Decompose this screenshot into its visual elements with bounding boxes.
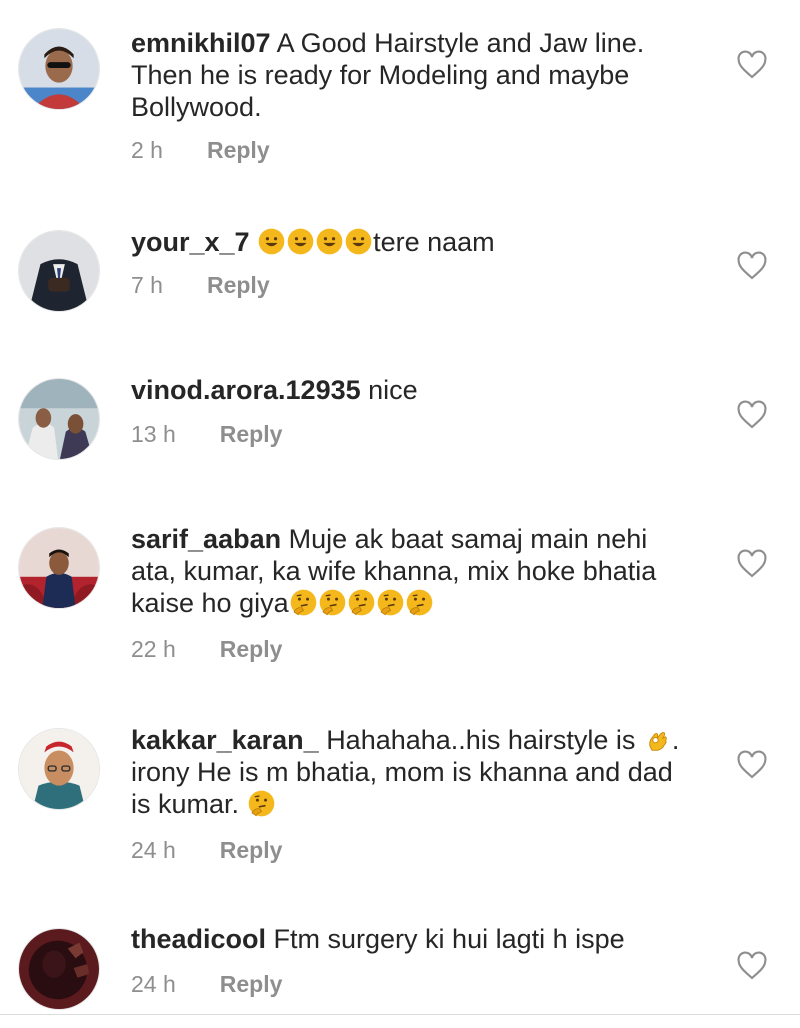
smile-emoji (287, 228, 314, 255)
reply-button[interactable]: Reply (220, 421, 283, 448)
comment-body: sarif_aaban Muje ak baat samaj main nehi… (131, 523, 711, 619)
heart-outline-icon[interactable] (736, 251, 768, 281)
smile-emoji (316, 228, 343, 255)
heart-outline-icon[interactable] (736, 50, 768, 80)
comment-text: . (671, 725, 680, 755)
comment-body: theadicool Ftm surgery ki hui lagti h is… (131, 923, 711, 955)
thinking-emoji (377, 589, 403, 616)
avatar[interactable] (18, 527, 100, 609)
ok-hand-emoji (649, 732, 667, 751)
heart-outline-icon[interactable] (736, 951, 768, 981)
comment-username[interactable]: vinod.arora.12935 (131, 375, 361, 405)
comment-time: 24 h (131, 837, 176, 863)
comment-text: Then he is ready for Modeling and maybe (131, 60, 630, 90)
smile-emoji (258, 228, 285, 255)
comment-body: your_x_7 tere naam (131, 226, 711, 258)
comment-username[interactable]: emnikhil07 (131, 28, 271, 58)
thinking-emoji (406, 589, 432, 616)
comment-username[interactable]: kakkar_karan_ (131, 725, 319, 755)
divider (0, 1014, 800, 1015)
thinking-emoji (290, 589, 316, 616)
thinking-emoji (319, 589, 345, 616)
comment-meta: 7 h Reply (131, 272, 270, 299)
avatar[interactable] (18, 928, 100, 1010)
comment-meta: 24 h Reply (131, 971, 282, 998)
avatar[interactable] (18, 28, 100, 110)
comment-body: kakkar_karan_ Hahahaha..his hairstyle is… (131, 724, 711, 820)
heart-outline-icon[interactable] (736, 750, 768, 780)
comment-time: 2 h (131, 137, 163, 163)
thinking-emoji (348, 589, 374, 616)
comment-text: tere naam (373, 227, 495, 257)
reply-button[interactable]: Reply (220, 636, 283, 663)
comment-meta: 24 h Reply (131, 837, 282, 864)
comment-meta: 13 h Reply (131, 421, 282, 448)
comment-text: kaise ho giya (131, 588, 289, 618)
comment-text: A Good Hairstyle and Jaw line. (276, 28, 645, 58)
comment-username[interactable]: your_x_7 (131, 227, 250, 257)
comment-text: irony He is m bhatia, mom is khanna and … (131, 757, 673, 787)
comment-text: is kumar. (131, 789, 240, 819)
comment-username[interactable]: sarif_aaban (131, 524, 281, 554)
avatar[interactable] (18, 728, 100, 810)
reply-button[interactable]: Reply (207, 137, 270, 164)
comment-body: emnikhil07 A Good Hairstyle and Jaw line… (131, 27, 711, 123)
comment-body: vinod.arora.12935 nice (131, 374, 711, 406)
comment-meta: 22 h Reply (131, 636, 282, 663)
comment-time: 13 h (131, 421, 176, 447)
heart-outline-icon[interactable] (736, 549, 768, 579)
reply-button[interactable]: Reply (220, 971, 283, 998)
comment-time: 22 h (131, 636, 176, 662)
avatar[interactable] (18, 230, 100, 312)
comment-text: Muje ak baat samaj main nehi (288, 524, 648, 554)
comment-username[interactable]: theadicool (131, 924, 266, 954)
thinking-emoji (248, 790, 274, 817)
comment-text: Hahahaha..his hairstyle is (326, 725, 636, 755)
comment-meta: 2 h Reply (131, 137, 270, 164)
heart-outline-icon[interactable] (736, 400, 768, 430)
avatar[interactable] (18, 378, 100, 460)
comment-text: nice (368, 375, 418, 405)
reply-button[interactable]: Reply (207, 272, 270, 299)
comment-text: Ftm surgery ki hui lagti h ispe (273, 924, 625, 954)
comment-time: 24 h (131, 971, 176, 997)
smile-emoji (345, 228, 372, 255)
reply-button[interactable]: Reply (220, 837, 283, 864)
comment-text: ata, kumar, ka wife khanna, mix hoke bha… (131, 556, 657, 586)
comment-time: 7 h (131, 272, 163, 298)
comment-text: Bollywood. (131, 92, 262, 122)
